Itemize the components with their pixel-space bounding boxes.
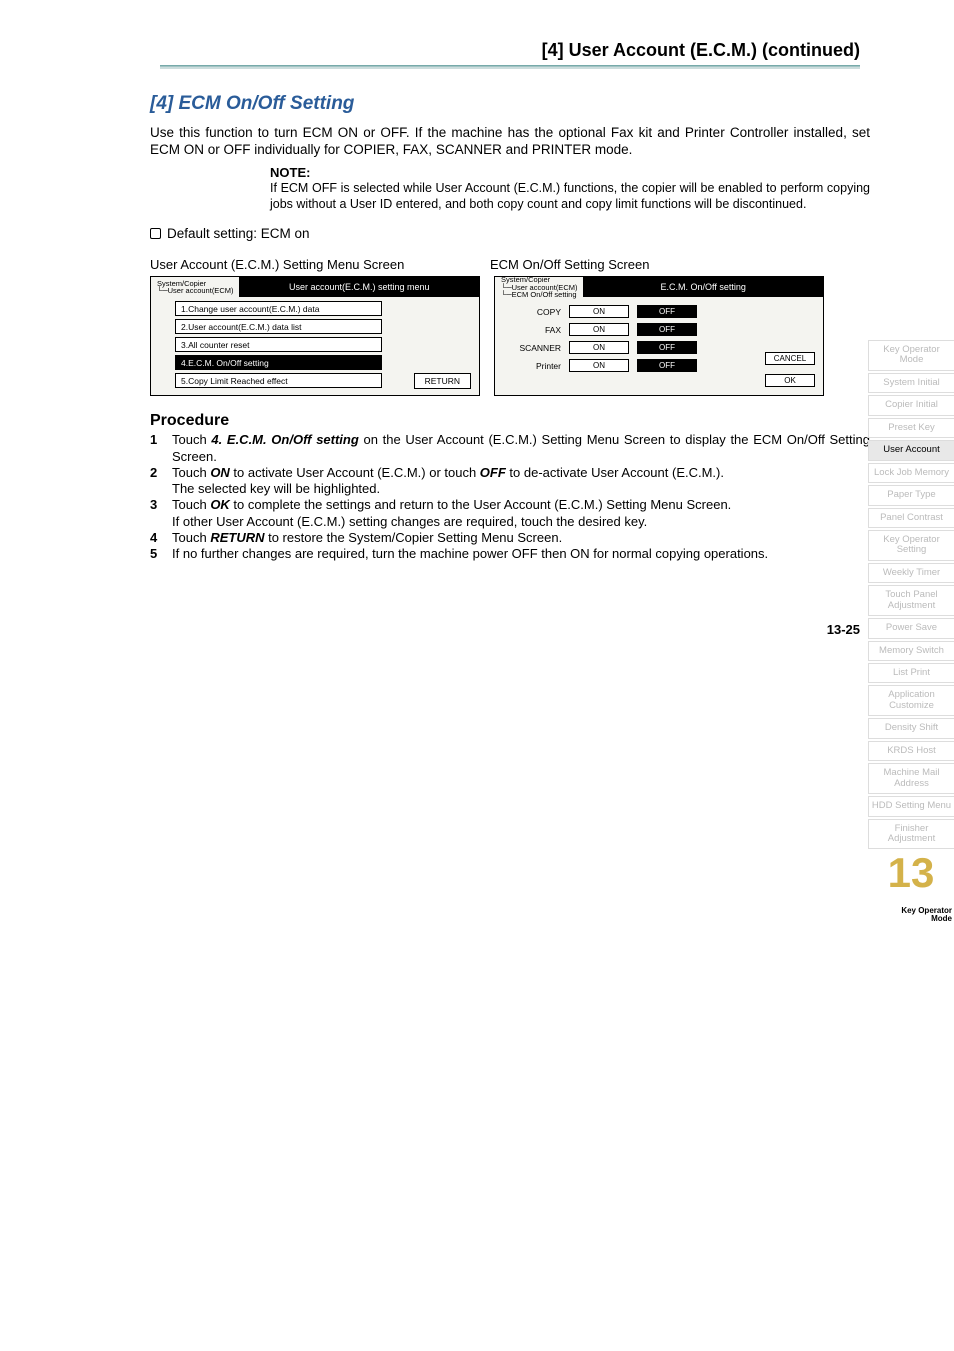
step-text: If no further changes are required, turn… bbox=[172, 546, 870, 562]
sidebar-tab[interactable]: Weekly Timer bbox=[868, 563, 954, 583]
procedure-step: 5If no further changes are required, tur… bbox=[150, 546, 870, 562]
default-setting-text: Default setting: ECM on bbox=[167, 226, 310, 241]
note-label: NOTE: bbox=[270, 165, 870, 181]
menu-item-4[interactable]: 4.E.C.M. On/Off setting bbox=[175, 355, 382, 370]
sidebar-tab[interactable]: Machine Mail Address bbox=[868, 763, 954, 794]
off-button-printer[interactable]: OFF bbox=[637, 359, 697, 372]
sidebar-tab[interactable]: Lock Job Memory bbox=[868, 463, 954, 483]
step-text: Touch RETURN to restore the System/Copie… bbox=[172, 530, 870, 546]
row-label-scanner: SCANNER bbox=[513, 343, 561, 353]
sidebar-tab[interactable]: Key Operator Mode bbox=[868, 340, 954, 371]
procedure-list: 1Touch 4. E.C.M. On/Off setting on the U… bbox=[150, 432, 870, 562]
crumb-line: └─User account(ECM) bbox=[157, 287, 233, 295]
setting-menu-screen: System/Copier └─User account(ECM) User a… bbox=[150, 276, 480, 396]
default-setting: Default setting: ECM on bbox=[150, 226, 870, 241]
row-label-fax: FAX bbox=[513, 325, 561, 335]
sidebar-tab[interactable]: Preset Key bbox=[868, 418, 954, 438]
step-number: 2 bbox=[150, 465, 172, 498]
sidebar-tab[interactable]: System Initial bbox=[868, 373, 954, 393]
step-text: Touch ON to activate User Account (E.C.M… bbox=[172, 465, 870, 498]
sidebar-tab[interactable]: Application Customize bbox=[868, 685, 954, 716]
procedure-step: 3Touch OK to complete the settings and r… bbox=[150, 497, 870, 530]
header-underline bbox=[160, 65, 860, 69]
left-screen-label: User Account (E.C.M.) Setting Menu Scree… bbox=[150, 257, 490, 272]
note-body: If ECM OFF is selected while User Accoun… bbox=[270, 181, 870, 212]
chapter-badge: 13 Key Operator Mode bbox=[868, 857, 954, 927]
chapter-sidebar: Key Operator ModeSystem InitialCopier In… bbox=[868, 340, 954, 927]
step-number: 1 bbox=[150, 432, 172, 465]
breadcrumb: System/Copier └─User account(ECM) bbox=[151, 278, 239, 297]
on-button-scanner[interactable]: ON bbox=[569, 341, 629, 354]
crumb-line: └─ECM On/Off setting bbox=[501, 291, 577, 299]
on-button-copy[interactable]: ON bbox=[569, 305, 629, 318]
breadcrumb: System/Copier └─User account(ECM) └─ECM … bbox=[495, 274, 583, 301]
step-number: 3 bbox=[150, 497, 172, 530]
sidebar-tab[interactable]: Density Shift bbox=[868, 718, 954, 738]
procedure-step: 1Touch 4. E.C.M. On/Off setting on the U… bbox=[150, 432, 870, 465]
on-button-printer[interactable]: ON bbox=[569, 359, 629, 372]
step-text: Touch 4. E.C.M. On/Off setting on the Us… bbox=[172, 432, 870, 465]
sidebar-tab[interactable]: List Print bbox=[868, 663, 954, 683]
procedure-heading: Procedure bbox=[150, 412, 870, 430]
page-number: 13-25 bbox=[0, 622, 860, 637]
note-block: NOTE: If ECM OFF is selected while User … bbox=[270, 165, 870, 213]
sidebar-tab[interactable]: HDD Setting Menu bbox=[868, 796, 954, 816]
bullet-icon bbox=[150, 228, 161, 239]
menu-item-3[interactable]: 3.All counter reset bbox=[175, 337, 382, 352]
procedure-step: 2Touch ON to activate User Account (E.C.… bbox=[150, 465, 870, 498]
sidebar-tab[interactable]: Panel Contrast bbox=[868, 508, 954, 528]
screen-title: E.C.M. On/Off setting bbox=[583, 277, 823, 297]
procedure-step: 4Touch RETURN to restore the System/Copi… bbox=[150, 530, 870, 546]
right-screen-label: ECM On/Off Setting Screen bbox=[490, 257, 649, 272]
row-label-copy: COPY bbox=[513, 307, 561, 317]
sidebar-tab[interactable]: Copier Initial bbox=[868, 395, 954, 415]
page-header: [4] User Account (E.C.M.) (continued) bbox=[160, 40, 860, 65]
chapter-label: Key Operator Mode bbox=[901, 907, 952, 923]
intro-text: Use this function to turn ECM ON or OFF.… bbox=[150, 125, 870, 159]
ecm-onoff-screen: System/Copier └─User account(ECM) └─ECM … bbox=[494, 276, 824, 396]
sidebar-tab[interactable]: Touch Panel Adjustment bbox=[868, 585, 954, 616]
step-number: 5 bbox=[150, 546, 172, 562]
section-title: [4] ECM On/Off Setting bbox=[150, 93, 870, 115]
sidebar-tab[interactable]: Memory Switch bbox=[868, 641, 954, 661]
screen-title: User account(E.C.M.) setting menu bbox=[239, 277, 479, 297]
sidebar-tab[interactable]: User Account bbox=[868, 440, 954, 460]
sidebar-tab[interactable]: KRDS Host bbox=[868, 741, 954, 761]
return-button[interactable]: RETURN bbox=[414, 373, 471, 389]
row-label-printer: Printer bbox=[513, 361, 561, 371]
sidebar-tab[interactable]: Power Save bbox=[868, 618, 954, 638]
on-button-fax[interactable]: ON bbox=[569, 323, 629, 336]
menu-item-2[interactable]: 2.User account(E.C.M.) data list bbox=[175, 319, 382, 334]
sidebar-tab[interactable]: Key Operator Setting bbox=[868, 530, 954, 561]
chapter-number: 13 bbox=[868, 857, 954, 890]
cancel-button[interactable]: CANCEL bbox=[765, 352, 815, 365]
off-button-copy[interactable]: OFF bbox=[637, 305, 697, 318]
sidebar-tab[interactable]: Paper Type bbox=[868, 485, 954, 505]
menu-item-1[interactable]: 1.Change user account(E.C.M.) data bbox=[175, 301, 382, 316]
off-button-scanner[interactable]: OFF bbox=[637, 341, 697, 354]
off-button-fax[interactable]: OFF bbox=[637, 323, 697, 336]
step-text: Touch OK to complete the settings and re… bbox=[172, 497, 870, 530]
menu-item-5[interactable]: 5.Copy Limit Reached effect bbox=[175, 373, 382, 388]
ok-button[interactable]: OK bbox=[765, 374, 815, 387]
step-number: 4 bbox=[150, 530, 172, 546]
sidebar-tab[interactable]: Finisher Adjustment bbox=[868, 819, 954, 850]
